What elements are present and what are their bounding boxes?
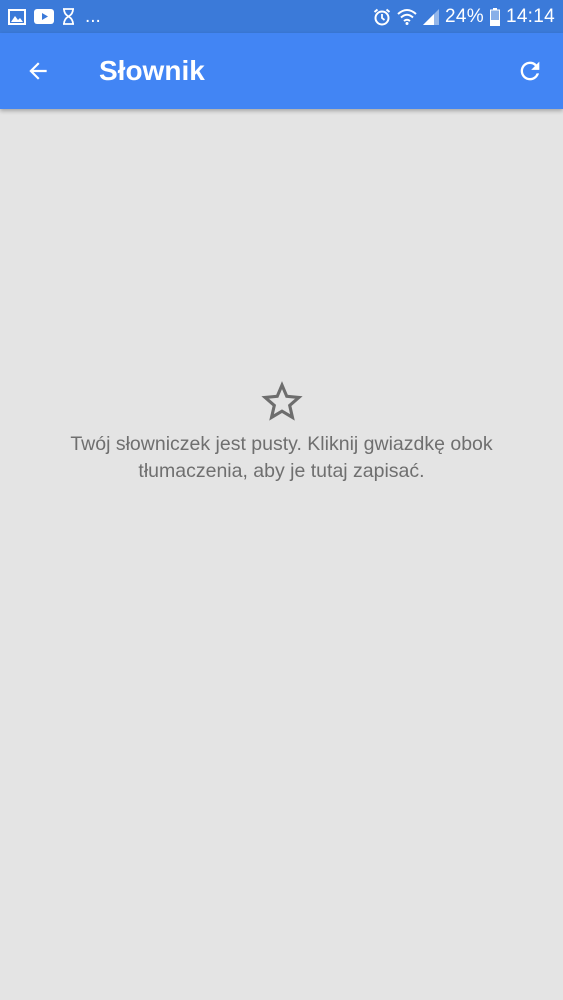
status-more-dots: ... xyxy=(85,6,101,27)
status-bar: ... 24% 14:14 xyxy=(0,0,563,33)
image-icon xyxy=(8,8,26,25)
battery-percentage: 24% xyxy=(445,6,484,27)
hourglass-icon xyxy=(62,8,75,25)
refresh-button[interactable] xyxy=(497,33,563,109)
app-bar: Słownik xyxy=(0,33,563,109)
page-title: Słownik xyxy=(99,55,205,86)
signal-icon xyxy=(423,8,440,25)
status-right-group: 24% 14:14 xyxy=(373,7,555,26)
star-outline-icon xyxy=(260,381,303,421)
status-left-group: ... xyxy=(8,7,101,26)
empty-message: Twój słowniczek jest pusty. Kliknij gwia… xyxy=(70,433,493,482)
back-button[interactable] xyxy=(0,33,76,109)
empty-state: Twój słowniczek jest pusty. Kliknij gwia… xyxy=(0,380,563,485)
clock: 14:14 xyxy=(505,6,555,27)
youtube-icon xyxy=(34,9,54,24)
arrow-back-icon xyxy=(29,62,47,80)
wifi-icon xyxy=(397,8,417,25)
alarm-icon xyxy=(373,8,391,26)
refresh-icon xyxy=(520,61,540,81)
battery-icon xyxy=(489,7,500,26)
